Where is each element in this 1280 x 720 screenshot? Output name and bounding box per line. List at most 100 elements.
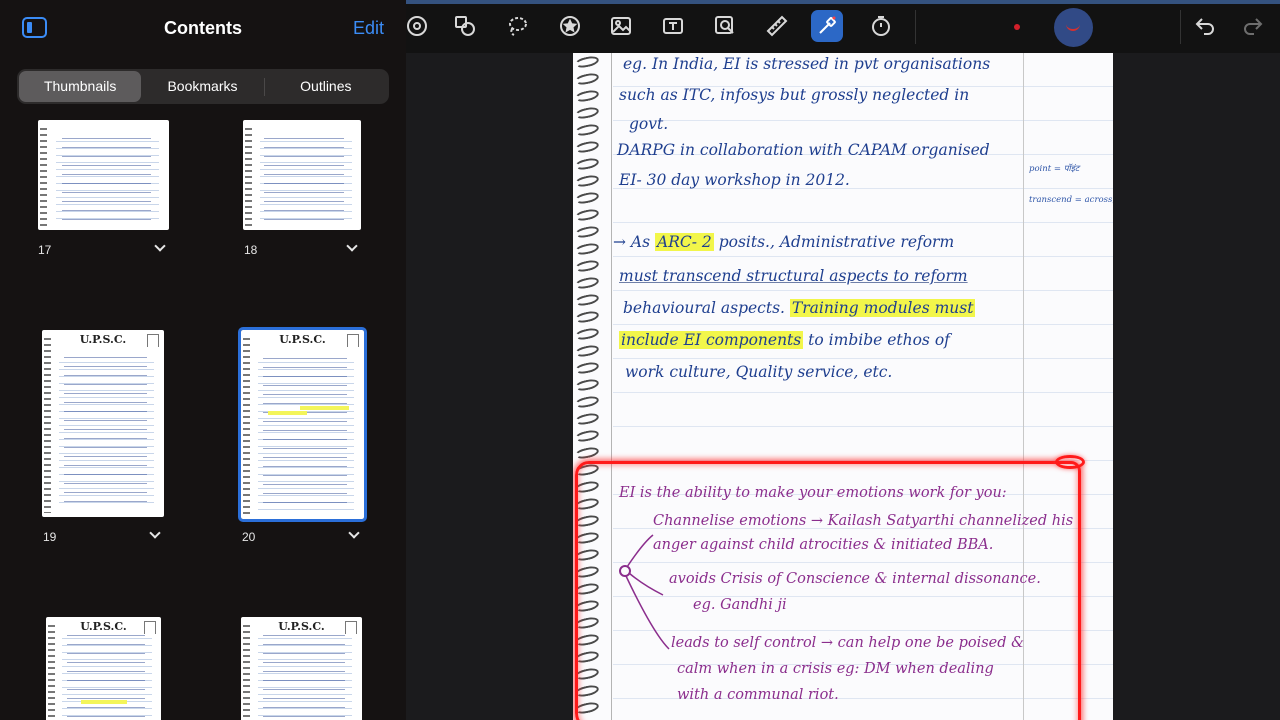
chevron-down-icon[interactable]: [346, 240, 358, 252]
chevron-down-icon[interactable]: [154, 240, 166, 252]
note-line: such as ITC, infosys but grossly neglect…: [619, 86, 970, 104]
edit-button[interactable]: Edit: [353, 18, 384, 39]
tab-outlines[interactable]: Outlines: [265, 71, 387, 102]
spiral-ring: [574, 394, 600, 410]
thumbnail-header: U.P.S.C.: [279, 333, 326, 346]
spiral-ring: [574, 54, 600, 70]
spiral-binding: [243, 334, 250, 515]
toolbar-accent-bar: [406, 0, 1280, 4]
note-line: work culture, Quality service, etc.: [625, 363, 893, 381]
chevron-down-icon[interactable]: [149, 527, 161, 539]
page-thumbnail[interactable]: [243, 120, 361, 230]
spiral-ring: [574, 326, 600, 342]
margin-note: point = पॉइंट: [1029, 164, 1080, 174]
thumbnail-header: U.P.S.C.: [278, 620, 325, 633]
note-line: include EI components to imbibe ethos of: [619, 331, 950, 349]
thumbnail-page-number: 17: [38, 243, 52, 257]
stroke-style-button[interactable]: [1054, 8, 1093, 47]
notebook-page[interactable]: eg. In India, EI is stressed in pvt orga…: [573, 53, 1113, 720]
bookmark-icon[interactable]: [345, 621, 357, 634]
highlighted-text: Training modules must: [789, 299, 976, 317]
page-thumbnail-selected[interactable]: U.P.S.C.: [238, 327, 367, 522]
toolbar-divider: [1180, 10, 1181, 44]
spiral-ring: [574, 309, 600, 325]
image-search-icon[interactable]: [710, 11, 740, 41]
sidebar-tabs: Thumbnails Bookmarks Outlines: [17, 69, 389, 104]
bookmark-icon[interactable]: [144, 621, 156, 634]
image-icon[interactable]: [606, 11, 636, 41]
spiral-ring: [574, 139, 600, 155]
note-line: eg. In India, EI is stressed in pvt orga…: [623, 55, 991, 73]
spiral-ring: [574, 377, 600, 393]
spiral-ring: [574, 156, 600, 172]
laser-pointer-icon[interactable]: [811, 10, 843, 42]
thumbnail-header: U.P.S.C.: [79, 333, 127, 346]
sidebar-title: Contents: [164, 18, 242, 38]
spiral-binding: [44, 334, 51, 513]
arrow-prefix: → As: [613, 233, 651, 251]
page-thumbnail[interactable]: U.P.S.C.: [241, 617, 362, 720]
undo-icon[interactable]: [1190, 11, 1220, 41]
spiral-binding: [245, 124, 252, 226]
spiral-ring: [574, 360, 600, 376]
spiral-ring: [574, 71, 600, 87]
spiral-ring: [574, 428, 600, 444]
page-thumbnail[interactable]: U.P.S.C.: [46, 617, 161, 720]
spiral-ring: [574, 105, 600, 121]
note-line: EI- 30 day workshop in 2012.: [619, 171, 850, 189]
text-box-icon[interactable]: [658, 11, 688, 41]
note-text: to imbibe ethos of: [808, 331, 950, 349]
spiral-ring: [574, 275, 600, 291]
spiral-ring: [574, 88, 600, 104]
handwriting-preview: [66, 630, 145, 719]
handwriting-preview: [262, 630, 346, 719]
spiral-ring: [574, 411, 600, 427]
margin-note: transcend = across, etc.: [1029, 195, 1113, 205]
shapes-icon[interactable]: [450, 11, 480, 41]
spiral-ring: [574, 292, 600, 308]
highlight-mark: [80, 699, 127, 704]
toolbar-divider: [915, 10, 916, 44]
note-line: behavioural aspects. Training modules mu…: [623, 299, 976, 317]
contents-sidebar: Contents Edit Thumbnails Bookmarks Outli…: [0, 0, 406, 720]
spiral-ring: [574, 173, 600, 189]
timer-icon[interactable]: [866, 11, 896, 41]
spiral-ring: [574, 207, 600, 223]
redo-icon[interactable]: [1238, 11, 1268, 41]
lasso-icon[interactable]: [502, 11, 532, 41]
note-line: govt.: [629, 115, 669, 133]
tab-thumbnails[interactable]: Thumbnails: [19, 71, 142, 102]
sticker-icon[interactable]: [555, 11, 585, 41]
page-thumbnail[interactable]: U.P.S.C.: [42, 330, 164, 517]
active-color-swatch[interactable]: [1014, 24, 1020, 30]
handwriting-preview: [63, 352, 147, 503]
spiral-binding: [48, 621, 55, 720]
spiral-ring: [574, 190, 600, 206]
note-line: must transcend structural aspects to ref…: [619, 267, 968, 285]
spiral-binding: [243, 621, 250, 720]
laser-annotation-curl: [1055, 455, 1085, 469]
disc-icon[interactable]: [402, 11, 432, 41]
top-toolbar: [406, 0, 1280, 53]
spiral-ring: [574, 241, 600, 257]
bookmark-icon[interactable]: [347, 334, 359, 347]
handwriting-preview: [61, 133, 151, 222]
page-thumbnail[interactable]: [38, 120, 169, 230]
laser-annotation-box: [575, 461, 1081, 720]
note-text: posits., Administrative reform: [718, 233, 955, 251]
handwriting-preview: [263, 352, 347, 504]
thumbnail-page-number: 19: [43, 530, 57, 544]
spiral-ring: [574, 224, 600, 240]
bookmark-icon[interactable]: [147, 334, 159, 347]
note-line: → As ARC- 2 posits., Administrative refo…: [613, 233, 954, 251]
tab-bookmarks[interactable]: Bookmarks: [141, 71, 263, 102]
handwriting-preview: [264, 133, 345, 222]
highlighted-text: include EI components: [619, 331, 804, 349]
spiral-ring: [574, 258, 600, 274]
chevron-down-icon[interactable]: [348, 527, 360, 539]
thumbnail-page-number: 18: [244, 243, 258, 257]
ruler-icon[interactable]: [762, 11, 792, 41]
document-canvas[interactable]: eg. In India, EI is stressed in pvt orga…: [406, 53, 1280, 720]
spiral-ring: [574, 122, 600, 138]
note-text: behavioural aspects.: [623, 299, 785, 317]
